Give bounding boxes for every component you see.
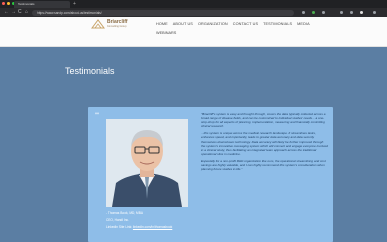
portrait-photo [106,119,188,207]
nav-item-testimonials[interactable]: TESTIMONIALS [263,22,292,26]
logo-subtext: Consulting Group [107,25,127,28]
testimonial-paragraph: ...this system is unique across the medi… [201,131,328,156]
menu-icon[interactable] [373,11,376,14]
extension-icon[interactable] [302,11,305,14]
testimonial-paragraph: "Briarcliff's system is easy and thought… [201,112,326,129]
nav-item-contact-us[interactable]: CONTACT US [233,22,258,26]
nav-item-home[interactable]: HOME [156,22,168,26]
browser-tab[interactable]: Testimonials [14,1,70,8]
main-nav: HOME ABOUT US ORGANIZATION CONTACT US TE… [156,22,310,26]
site-header: Briarcliff Consulting Group HOME ABOUT U… [0,17,387,47]
author-name: - Thomas Book, MD, MBA [106,211,143,215]
testimonial-text: "Briarcliff's system is easy and thought… [201,112,328,174]
forward-icon[interactable]: → [11,8,16,17]
browser-toolbar: ← → C ⌂ https://www.sandp.com/about-us/t… [0,8,387,17]
page-hero: Testimonials [0,47,387,99]
linkedin-link[interactable]: linkedin.com/in/thomasbook [133,225,172,229]
nav-item-about-us[interactable]: ABOUT US [173,22,193,26]
testimonial-card: ““ "Briarcliff's system is easy and thou… [88,107,333,242]
extension-icon[interactable] [312,11,315,14]
minimize-window-button[interactable] [7,2,10,5]
nav-item-media[interactable]: MEDIA [297,22,310,26]
home-icon[interactable]: ⌂ [25,8,28,17]
browser-tab-bar: Testimonials + [0,0,387,8]
nav-item-organization[interactable]: ORGANIZATION [198,22,228,26]
author-role: CEO, Handl Inc. [106,218,130,223]
testimonial-author: - Thomas Book, MD, MBA CEO, Handl Inc. L… [106,211,172,230]
quote-icon: ““ [95,113,99,119]
back-icon[interactable]: ← [4,8,9,17]
content-area: ““ "Briarcliff's system is easy and thou… [0,99,387,242]
page-title: Testimonials [65,66,115,76]
linkedin-row: LinkedIn Site Link: linkedin.com/in/thom… [106,225,172,229]
close-window-button[interactable] [2,2,5,5]
extension-icon[interactable] [322,11,325,14]
linkedin-label: LinkedIn Site Link: [106,225,133,230]
profile-icon[interactable] [360,11,363,14]
address-bar[interactable]: https://www.sandp.com/about-us/testimoni… [32,9,294,16]
logo-icon[interactable] [91,19,105,29]
testimonial-paragraph: Especially for a non-profit R&D organiza… [201,158,326,172]
reload-icon[interactable]: C [18,8,22,17]
nav-item-webinars[interactable]: WEBINARS [156,31,176,35]
new-tab-button[interactable]: + [73,1,76,8]
extension-icon[interactable] [340,11,343,14]
extension-icon[interactable] [350,11,353,14]
